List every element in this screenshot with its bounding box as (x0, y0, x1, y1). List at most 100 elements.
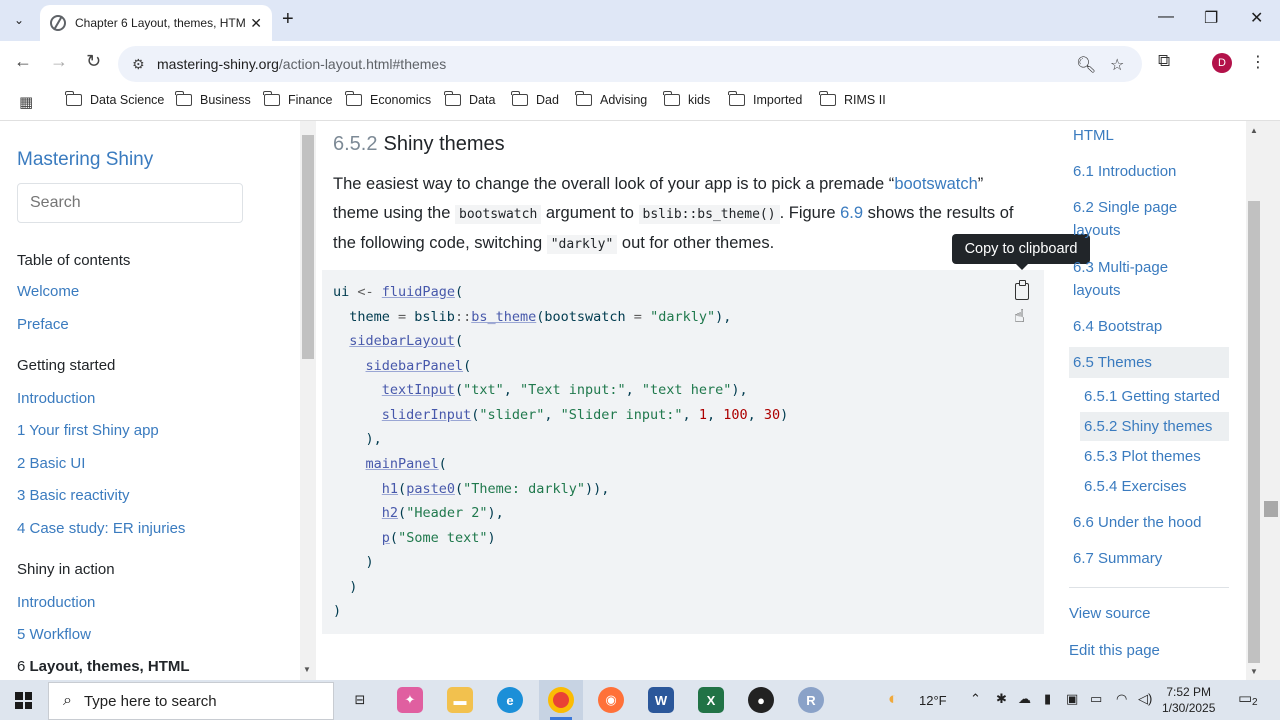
rtoc-item[interactable]: 6.1 Introduction (1073, 160, 1176, 183)
bookmark-folder[interactable]: Advising (575, 91, 647, 107)
camera-icon[interactable]: ▣ (1066, 691, 1078, 707)
new-tab-icon[interactable]: + (282, 8, 294, 31)
page-scroll-thumb[interactable] (1264, 501, 1278, 517)
rtoc-subitem[interactable]: 6.5.4 Exercises (1084, 475, 1187, 498)
search-icon: ⌕ (63, 692, 72, 709)
word-icon[interactable]: W (648, 687, 674, 713)
rtoc-item[interactable]: 6.3 Multi-page layouts (1073, 256, 1203, 302)
site-info-icon[interactable]: ⚙ (132, 56, 145, 73)
url-text[interactable]: mastering-shiny.org/action-layout.html#t… (157, 56, 446, 72)
rtoc-subitem[interactable]: 6.5.1 Getting started (1084, 385, 1220, 408)
scroll-down-icon[interactable]: ▼ (303, 665, 311, 674)
toc-section: Shiny in action (17, 561, 115, 578)
menu-icon[interactable]: ⋮ (1250, 52, 1266, 72)
toc-item[interactable]: 5 Workflow (17, 626, 91, 643)
folder-icon (444, 91, 461, 106)
bookmark-folder[interactable]: Business (175, 91, 251, 107)
microphone-icon[interactable]: ▮ (1044, 691, 1051, 707)
toc-item[interactable]: 4 Case study: ER injuries (17, 520, 185, 537)
windows-start-icon[interactable] (15, 692, 32, 709)
reload-icon[interactable]: ↻ (86, 51, 101, 72)
figure-link[interactable]: 6.9 (840, 204, 863, 222)
rtoc-item[interactable]: HTML (1073, 124, 1114, 147)
bookmark-folder[interactable]: Finance (263, 91, 332, 107)
bookmark-star-icon[interactable]: ☆ (1110, 55, 1124, 75)
scroll-down-icon[interactable]: ▼ (1250, 667, 1258, 676)
extensions-icon[interactable]: ⧉ (1158, 51, 1170, 71)
firefox-icon[interactable]: ◉ (598, 687, 624, 713)
close-window-icon[interactable]: ✕ (1250, 8, 1263, 28)
chrome-icon[interactable] (548, 687, 574, 713)
github-icon[interactable]: ● (748, 687, 774, 713)
apps-grid-icon[interactable]: ▦ (19, 93, 33, 111)
bookmark-folder[interactable]: Imported (728, 91, 802, 107)
system-clock[interactable]: 7:52 PM 1/30/2025 (1162, 684, 1215, 716)
scroll-up-icon[interactable]: ▲ (1250, 126, 1258, 135)
rtoc-item[interactable]: 6.2 Single page layouts (1073, 196, 1203, 242)
toc-item[interactable]: 1 Your first Shiny app (17, 422, 159, 439)
rtoc-item[interactable]: 6.6 Under the hood (1073, 511, 1201, 534)
code-line: textInput("txt", "Text input:", "text he… (381, 382, 748, 398)
task-view-icon[interactable]: ⊟ (347, 687, 373, 713)
bookmark-folder[interactable]: kids (663, 91, 710, 107)
rtoc-item[interactable]: 6.4 Bootstrap (1073, 315, 1162, 338)
bluetooth-icon[interactable]: ✱ (996, 691, 1007, 707)
notifications-icon[interactable]: ▭ (1238, 689, 1252, 707)
notification-count: 2 (1252, 697, 1258, 708)
onedrive-icon[interactable]: ☁ (1018, 691, 1031, 707)
rtoc-item[interactable]: 6.7 Summary (1073, 547, 1162, 570)
temperature[interactable]: 12°F (919, 693, 947, 708)
toc-item[interactable]: Preface (17, 316, 69, 333)
forward-icon[interactable]: → (50, 51, 68, 72)
zoom-icon[interactable]: 🔍︎ (1076, 55, 1096, 75)
toc-item-current[interactable]: 6 Layout, themes, HTML (17, 658, 190, 675)
view-source-link[interactable]: View source (1069, 602, 1150, 625)
rtoc-subitem[interactable]: 6.5.3 Plot themes (1084, 445, 1201, 468)
toc-item[interactable]: Welcome (17, 283, 79, 300)
profile-avatar[interactable]: D (1212, 53, 1232, 73)
close-tab-icon[interactable]: ✕ (250, 15, 262, 32)
toc-item[interactable]: 3 Basic reactivity (17, 487, 130, 504)
clipboard-icon[interactable] (1015, 280, 1029, 300)
bookmark-folder[interactable]: Dad (511, 91, 559, 107)
sidebar-scroll-thumb[interactable] (302, 135, 314, 359)
edge-icon[interactable]: e (497, 687, 523, 713)
minimize-icon[interactable]: — (1158, 8, 1174, 26)
folder-icon (511, 91, 528, 106)
web-page: Mastering Shiny Table of contents Welcom… (0, 121, 1280, 680)
rtoc-subitem-active[interactable]: 6.5.2 Shiny themes (1080, 412, 1229, 441)
battery-icon[interactable]: ▭ (1090, 691, 1102, 707)
page-scrollbar[interactable] (1262, 121, 1280, 680)
site-title[interactable]: Mastering Shiny (17, 149, 153, 171)
weather-icon[interactable]: ◐ (888, 689, 898, 709)
file-explorer-icon[interactable]: ▬ (447, 687, 473, 713)
code-block[interactable]: ui <- fluidPage( theme = bslib::bs_theme… (322, 270, 1044, 634)
toc-item[interactable]: Introduction (17, 594, 95, 611)
volume-icon[interactable]: ◁) (1138, 691, 1152, 707)
toc-scroll-thumb[interactable] (1248, 201, 1260, 663)
excel-icon[interactable]: X (698, 687, 724, 713)
toc-item[interactable]: 2 Basic UI (17, 455, 85, 472)
restore-icon[interactable]: ❐ (1204, 8, 1218, 28)
bookmark-folder[interactable]: Economics (345, 91, 431, 107)
tab-search-icon[interactable]: ⌄ (6, 8, 32, 32)
bookmark-folder[interactable]: Data Science (65, 91, 164, 107)
bookmark-folder[interactable]: Data (444, 91, 495, 107)
rtoc-item-active[interactable]: 6.5 Themes (1069, 347, 1229, 378)
wifi-icon[interactable]: ◠ (1116, 691, 1127, 707)
code-line: sliderInput("slider", "Slider input:", 1… (381, 407, 789, 423)
search-input[interactable] (17, 183, 243, 223)
folder-icon (575, 91, 592, 106)
taskbar-search[interactable]: ⌕ Type here to search (48, 682, 334, 720)
copilot-icon[interactable]: ✦ (397, 687, 423, 713)
tab-strip: ⌄ Chapter 6 Layout, themes, HTML ✕ + — ❐… (0, 0, 1280, 41)
back-icon[interactable]: ← (14, 51, 32, 72)
bookmark-folder[interactable]: RIMS II (819, 91, 886, 107)
address-bar[interactable]: ⚙ mastering-shiny.org/action-layout.html… (118, 46, 1142, 82)
toc-item[interactable]: Introduction (17, 390, 95, 407)
bootswatch-link[interactable]: bootswatch (894, 175, 977, 193)
r-icon[interactable]: R (798, 687, 824, 713)
browser-tab[interactable]: Chapter 6 Layout, themes, HTML ✕ (40, 5, 272, 41)
tray-chevron-icon[interactable]: ⌃ (970, 691, 981, 707)
edit-page-link[interactable]: Edit this page (1069, 639, 1160, 662)
